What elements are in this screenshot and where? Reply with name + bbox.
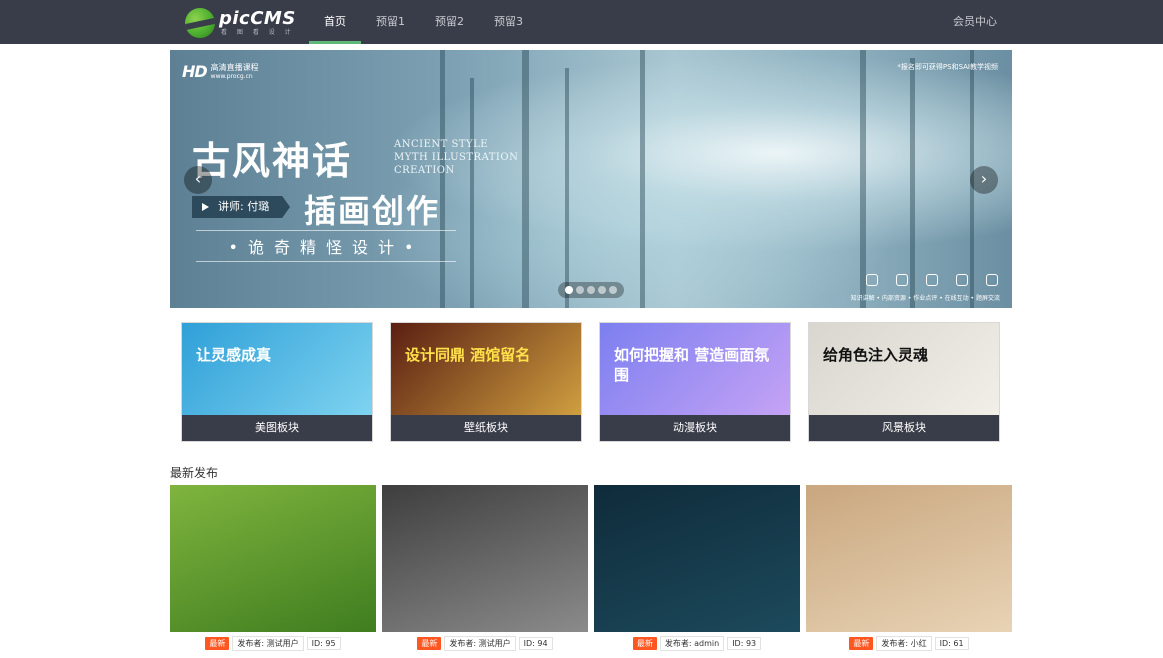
hd-text: 高清直播课程 [210, 62, 259, 72]
banner-tree [860, 50, 866, 308]
carousel-dot[interactable] [564, 286, 573, 294]
hd-logo: HD 高清直播课程 www.procg.cn [182, 62, 259, 81]
banner-tree [910, 58, 915, 308]
category-thumbnail: 如何把握和 营造画面氛围 [600, 323, 790, 417]
post-id: ID: 94 [518, 637, 553, 650]
category-thumbnail-art-text: 给角色注入灵魂 [823, 346, 929, 364]
category-thumbnail: 设计同鼎 酒馆留名 [391, 323, 581, 417]
new-badge: 最新 [632, 637, 657, 650]
hd-mark: HD [182, 62, 208, 81]
carousel-dot[interactable] [609, 286, 618, 294]
chat-icon [956, 274, 968, 286]
post-id: ID: 61 [934, 637, 969, 650]
brand-name: picCMS [219, 8, 296, 29]
carousel-dot[interactable] [575, 286, 584, 294]
hd-caption: 高清直播课程 www.procg.cn [211, 63, 259, 81]
nav-item-reserved-3[interactable]: 预留3 [479, 0, 538, 44]
nav-item-home[interactable]: 首页 [309, 0, 361, 44]
category-thumbnail-art-text: 设计同鼎 酒馆留名 [405, 346, 531, 364]
banner-tree [440, 50, 445, 308]
post-id: ID: 95 [306, 637, 341, 650]
latest-section-title: 最新发布 [170, 466, 219, 480]
logo-icon [185, 8, 215, 38]
post-meta: 最新 发布者: admin ID: 93 [594, 636, 800, 651]
category-label: 动漫板块 [600, 415, 790, 441]
brand-tagline: 看 图 看 设 计 [221, 29, 295, 36]
post-card[interactable]: 最新 发布者: 测试用户 ID: 94 [382, 485, 588, 658]
category-label: 美图板块 [182, 415, 372, 441]
post-meta: 最新 发布者: 测试用户 ID: 95 [170, 636, 376, 651]
post-thumbnail[interactable] [170, 485, 376, 632]
post-meta: 最新 发布者: 小红 ID: 61 [806, 636, 1012, 651]
banner-tagline: •诡奇精怪设计• [196, 230, 456, 262]
carousel-prev-button[interactable]: ‹ [184, 166, 212, 194]
carousel-indicators [558, 282, 624, 298]
category-thumbnail: 让灵感成真 [182, 323, 372, 417]
post-thumbnail[interactable] [594, 485, 800, 632]
post-author: 发布者: 小红 [876, 636, 932, 651]
logo[interactable]: picCMS 看 图 看 设 计 [185, 6, 296, 40]
banner-title-english: ANCIENT STYLE MYTH ILLUSTRATION CREATION [394, 139, 519, 176]
member-center-link[interactable]: 会员中心 [953, 0, 997, 44]
category-label: 风景板块 [809, 415, 999, 441]
category-card[interactable]: 让灵感成真美图板块 [181, 322, 373, 442]
banner-title-main: 古风神话 [192, 138, 353, 183]
category-card[interactable]: 如何把握和 营造画面氛围动漫板块 [599, 322, 791, 442]
category-label: 壁纸板块 [391, 415, 581, 441]
banner-title-sub: 插画创作 [304, 192, 441, 230]
carousel-next-button[interactable]: › [970, 166, 998, 194]
new-badge: 最新 [417, 637, 442, 650]
category-thumbnail: 给角色注入灵魂 [809, 323, 999, 417]
banner-note: *报名即可获得PS和SAI教学视频 [897, 63, 998, 71]
post-author: 发布者: 测试用户 [232, 636, 304, 651]
banner-tree [470, 78, 474, 308]
banner-feature-icons [866, 274, 998, 286]
post-card[interactable]: 最新 发布者: admin ID: 93 [594, 485, 800, 658]
hd-url: www.procg.cn [210, 72, 253, 80]
post-card[interactable]: 最新 发布者: 测试用户 ID: 95 [170, 485, 376, 658]
banner-tree [640, 50, 645, 308]
banner-teacher-tag: 讲师: 付璐 [192, 196, 290, 218]
banner-tree [565, 68, 569, 308]
book-icon [866, 274, 878, 286]
post-author: 发布者: 测试用户 [444, 636, 516, 651]
post-meta: 最新 发布者: 测试用户 ID: 94 [382, 636, 588, 651]
top-navbar: picCMS 看 图 看 设 计 首页 预留1 预留2 预留3 会员中心 [0, 0, 1163, 44]
chevron-left-icon: ‹ [194, 169, 202, 188]
post-thumbnail[interactable] [806, 485, 1012, 632]
clipboard-icon [926, 274, 938, 286]
users-icon [986, 274, 998, 286]
new-badge: 最新 [849, 637, 874, 650]
carousel-dot[interactable] [598, 286, 607, 294]
post-id: ID: 93 [727, 637, 762, 650]
new-badge: 最新 [205, 637, 230, 650]
nav-item-reserved-1[interactable]: 预留1 [361, 0, 420, 44]
category-thumbnail-art-text: 如何把握和 营造画面氛围 [614, 346, 770, 384]
carousel-dot[interactable] [586, 286, 595, 294]
nav-item-reserved-2[interactable]: 预留2 [420, 0, 479, 44]
screen-icon [896, 274, 908, 286]
post-author: 发布者: admin [659, 636, 725, 651]
category-card[interactable]: 设计同鼎 酒馆留名壁纸板块 [390, 322, 582, 442]
banner-footer-text: 知识讲解 • 内部资源 • 作业点评 • 在线互动 • 题屏交流 [850, 295, 1000, 302]
banner-tree [522, 50, 529, 308]
category-thumbnail-art-text: 让灵感成真 [196, 346, 272, 364]
category-card[interactable]: 给角色注入灵魂风景板块 [808, 322, 1000, 442]
post-thumbnail[interactable] [382, 485, 588, 632]
post-card[interactable]: 最新 发布者: 小红 ID: 61 [806, 485, 1012, 658]
chevron-right-icon: › [980, 169, 988, 188]
banner-carousel[interactable]: HD 高清直播课程 www.procg.cn *报名即可获得PS和SAI教学视频… [170, 50, 1012, 308]
logo-text: picCMS 看 图 看 设 计 [219, 9, 296, 37]
main-nav: 首页 预留1 预留2 预留3 [309, 0, 538, 44]
